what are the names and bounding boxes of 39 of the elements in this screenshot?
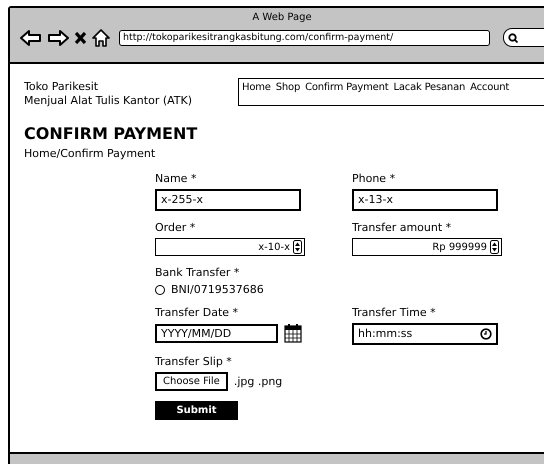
text-field[interactable]: x-255-x — [155, 189, 301, 211]
nav-link[interactable]: Confirm Payment — [305, 81, 388, 105]
nav-link[interactable]: Home — [242, 81, 271, 105]
nav-link[interactable]: Shop — [276, 81, 300, 105]
text-field[interactable]: x-13-x — [352, 189, 498, 211]
stepper-icon[interactable] — [293, 240, 302, 254]
stepper-icon[interactable] — [490, 240, 499, 254]
choose-file-button[interactable]: Choose File — [155, 372, 228, 391]
search-field[interactable] — [503, 28, 544, 47]
home-icon[interactable] — [92, 28, 110, 46]
number-field[interactable]: Rp 999999 — [352, 238, 502, 256]
search-icon — [508, 32, 518, 42]
file-types-hint: .jpg .png — [234, 375, 282, 388]
number-field[interactable]: x-10-x — [155, 238, 305, 256]
field-label: Phone * — [352, 172, 396, 186]
nav-link[interactable]: Account — [470, 81, 510, 105]
time-field[interactable]: hh:mm:ss — [352, 323, 498, 345]
breadcrumb: Home/Confirm Payment — [24, 147, 156, 160]
date-field[interactable]: YYYY/MM/DD — [155, 324, 278, 342]
radio-option[interactable]: BNI/0719537686 — [155, 283, 544, 296]
field-label: Transfer amount * — [352, 221, 452, 235]
nav-link[interactable]: Lacak Pesanan — [393, 81, 466, 105]
field-label: Transfer Date * — [155, 306, 240, 320]
clock-icon — [480, 328, 492, 340]
field-label: Order * — [155, 221, 196, 235]
forward-icon[interactable] — [47, 28, 69, 46]
field-label: Transfer Slip * — [155, 355, 233, 369]
calendar-icon[interactable] — [284, 323, 302, 343]
field-label: Bank Transfer * — [155, 266, 240, 280]
field-label: Transfer Time * — [352, 306, 437, 320]
site-name: Toko Parikesit — [24, 80, 100, 94]
submit-button[interactable]: Submit — [155, 401, 238, 420]
back-icon[interactable] — [20, 28, 42, 46]
close-icon[interactable] — [74, 30, 87, 44]
page-heading: CONFIRM PAYMENT — [24, 124, 198, 144]
address-field[interactable]: http://tokoparikesitrangkasbitung.com/confirm-payment/ — [119, 30, 490, 46]
field-label: Name * — [155, 172, 198, 186]
site-tagline: Menjual Alat Tulis Kantor (ATK) — [24, 94, 194, 108]
window-title: A Web Page — [251, 11, 313, 23]
